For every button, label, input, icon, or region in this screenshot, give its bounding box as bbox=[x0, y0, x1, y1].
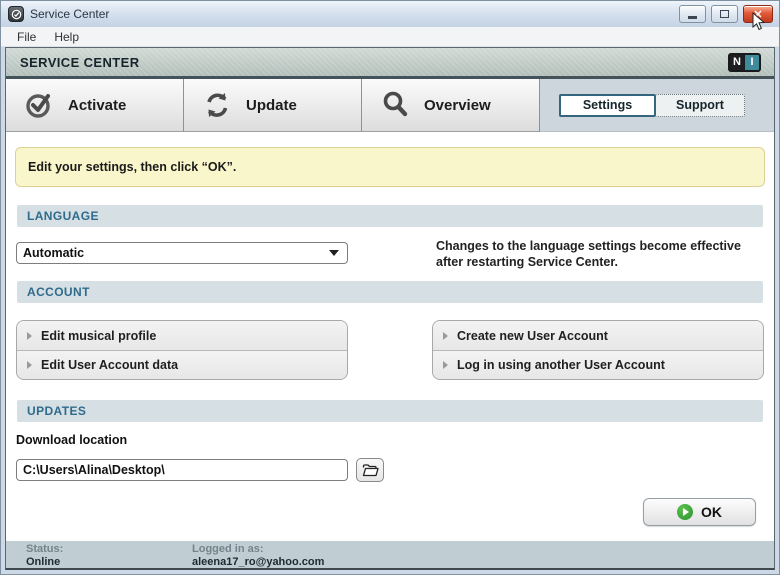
status-column: Status: Online bbox=[26, 543, 192, 568]
notice-banner: Edit your settings, then click “OK”. bbox=[15, 147, 765, 187]
folder-icon bbox=[362, 463, 379, 476]
language-note: Changes to the language settings become … bbox=[436, 239, 741, 269]
section-header-account: ACCOUNT bbox=[17, 281, 763, 303]
language-row: Automatic Changes to the language settin… bbox=[15, 239, 765, 274]
chevron-right-icon bbox=[27, 361, 32, 369]
log-in-another-account-button[interactable]: Log in using another User Account bbox=[433, 350, 763, 379]
window-title: Service Center bbox=[30, 7, 110, 21]
notice-text: Edit your settings, then click “OK”. bbox=[28, 160, 237, 174]
minimize-icon bbox=[688, 16, 697, 19]
check-circle-icon bbox=[26, 94, 50, 118]
menu-bar: File Help bbox=[1, 27, 779, 47]
service-center-window: Service Center ✕ File Help SERVICE CENTE… bbox=[0, 0, 780, 575]
chevron-down-icon bbox=[329, 250, 339, 256]
overview-button[interactable]: Overview bbox=[362, 79, 540, 132]
browse-folder-button[interactable] bbox=[356, 458, 384, 482]
section-header-language: LANGUAGE bbox=[17, 205, 763, 227]
language-dropdown-value: Automatic bbox=[23, 246, 85, 260]
activate-button[interactable]: Activate bbox=[6, 79, 184, 132]
magnifier-icon bbox=[383, 91, 408, 117]
refresh-icon bbox=[207, 93, 228, 117]
account-right-group: Create new User Account Log in using ano… bbox=[432, 320, 764, 380]
maximize-icon bbox=[720, 10, 729, 18]
settings-panel: Edit your settings, then click “OK”. LAN… bbox=[6, 132, 774, 539]
status-bar: Status: Online Logged in as: aleena17_ro… bbox=[6, 539, 774, 568]
update-label: Update bbox=[246, 96, 297, 114]
overview-label: Overview bbox=[424, 96, 491, 114]
app-content: SERVICE CENTER N I Activate Update Overv… bbox=[5, 47, 775, 570]
service-center-app-icon bbox=[8, 6, 24, 22]
language-dropdown[interactable]: Automatic bbox=[16, 242, 348, 264]
logged-in-column: Logged in as: aleena17_ro@yahoo.com bbox=[192, 543, 324, 568]
chevron-right-icon bbox=[443, 331, 448, 340]
logged-in-label: Logged in as: bbox=[192, 543, 264, 555]
status-label: Status: bbox=[26, 543, 64, 555]
edit-musical-profile-button[interactable]: Edit musical profile bbox=[17, 321, 347, 350]
window-frame: SERVICE CENTER N I Activate Update Overv… bbox=[1, 47, 779, 574]
activate-label: Activate bbox=[68, 96, 127, 114]
tab-support[interactable]: Support bbox=[656, 93, 745, 117]
app-header: SERVICE CENTER N I bbox=[6, 48, 774, 79]
edit-user-account-data-button[interactable]: Edit User Account data bbox=[17, 350, 347, 379]
logged-in-value: aleena17_ro@yahoo.com bbox=[192, 556, 325, 568]
menu-file[interactable]: File bbox=[9, 28, 44, 46]
maximize-button[interactable] bbox=[711, 5, 738, 23]
green-arrow-icon bbox=[677, 504, 693, 520]
tab-settings[interactable]: Settings bbox=[559, 93, 656, 117]
ok-row: OK bbox=[15, 498, 765, 526]
account-row: Edit musical profile Edit User Account d… bbox=[16, 320, 765, 380]
download-location-label: Download location bbox=[16, 433, 128, 447]
chevron-right-icon bbox=[443, 361, 448, 369]
menu-help[interactable]: Help bbox=[46, 28, 87, 46]
tab-zone: Settings Support bbox=[540, 79, 774, 132]
native-instruments-logo: N I bbox=[728, 52, 761, 72]
nav-row: Activate Update Overview Settings Suppor… bbox=[6, 79, 774, 132]
app-header-title: SERVICE CENTER bbox=[20, 54, 140, 70]
download-location-input[interactable] bbox=[16, 459, 348, 481]
chevron-right-icon bbox=[27, 331, 32, 340]
title-bar: Service Center ✕ bbox=[1, 1, 779, 31]
download-location-row bbox=[16, 458, 765, 482]
minimize-button[interactable] bbox=[679, 5, 706, 23]
mouse-cursor bbox=[752, 12, 766, 31]
account-left-group: Edit musical profile Edit User Account d… bbox=[16, 320, 348, 380]
create-new-user-account-button[interactable]: Create new User Account bbox=[433, 321, 763, 350]
status-value: Online bbox=[26, 556, 61, 568]
update-button[interactable]: Update bbox=[184, 79, 362, 132]
ok-button[interactable]: OK bbox=[643, 498, 756, 526]
section-header-updates: UPDATES bbox=[17, 400, 763, 422]
